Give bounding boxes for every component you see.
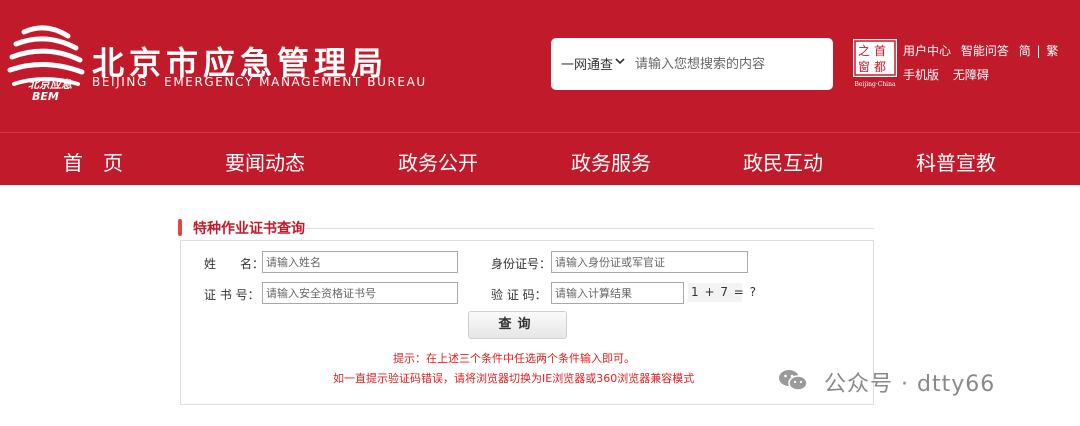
capital-window-seal-icon[interactable]: 首 都 之 窗 Beijing·China [852,38,898,88]
name-input[interactable] [262,251,458,273]
search-box: 一网通查 [551,38,833,90]
certificate-input[interactable] [262,282,458,304]
name-label: 姓 名： [204,257,265,271]
section-divider [304,228,874,229]
watermark-text: 公众号 · dtty66 [824,372,996,397]
hint-text: 提示：在上述三个条件中任选两个条件输入即可。 [393,352,635,365]
bureau-logo-icon[interactable]: 北京应急 BEM [6,24,86,104]
nav-interaction[interactable]: 政民互动 [743,147,823,176]
lang-separator: | [1036,44,1041,58]
captcha-question[interactable]: 1 + 7 = ? [688,283,756,302]
nav-services[interactable]: 政务服务 [571,147,651,176]
logo-abbrev: BEM [32,90,59,103]
header-divider [0,132,1080,133]
id-number-label: 身份证号： [491,257,552,271]
accessibility-link[interactable]: 无障碍 [953,68,989,82]
section-title: 特种作业证书查询 [193,221,305,237]
top-links-row1: 用户中心 智能问答 简 | 繁 [903,42,1058,59]
smart-qa-link[interactable]: 智能问答 [961,44,1009,58]
site-header: 北京应急 BEM 北京市应急管理局 BEIJING EMERGENCY MANA… [0,0,1080,185]
search-input[interactable] [635,52,825,76]
captcha-input[interactable] [551,282,684,304]
nav-education[interactable]: 科普宣教 [916,147,996,176]
id-number-input[interactable] [551,251,748,273]
chevron-down-icon[interactable] [615,56,625,66]
mobile-link[interactable]: 手机版 [903,68,939,82]
simplified-link[interactable]: 简 [1019,44,1031,58]
browser-hint-text: 如一直提示验证码错误，请将浏览器切换为IE浏览器或360浏览器兼容模式 [333,372,695,385]
svg-text:窗: 窗 [858,60,870,74]
search-scope-select[interactable]: 一网通查 [561,54,613,73]
captcha-label: 验 证 码： [491,288,547,302]
nav-home[interactable]: 首 页 [63,147,123,176]
section-marker [178,219,182,236]
query-button[interactable]: 查询 [468,311,567,339]
svg-text:都: 都 [874,60,886,74]
svg-text:Beijing·China: Beijing·China [854,81,896,88]
nav-news[interactable]: 要闻动态 [225,147,305,176]
certificate-label: 证 书 号： [204,288,260,302]
nav-public-affairs[interactable]: 政务公开 [398,147,478,176]
svg-text:首: 首 [874,44,886,58]
top-links-row2: 手机版 无障碍 [903,66,989,83]
user-center-link[interactable]: 用户中心 [903,44,951,58]
site-subtitle: BEIJING EMERGENCY MANAGEMENT BUREAU [92,75,427,89]
svg-text:之: 之 [858,44,870,58]
traditional-link[interactable]: 繁 [1046,44,1058,58]
wechat-icon [779,370,808,391]
